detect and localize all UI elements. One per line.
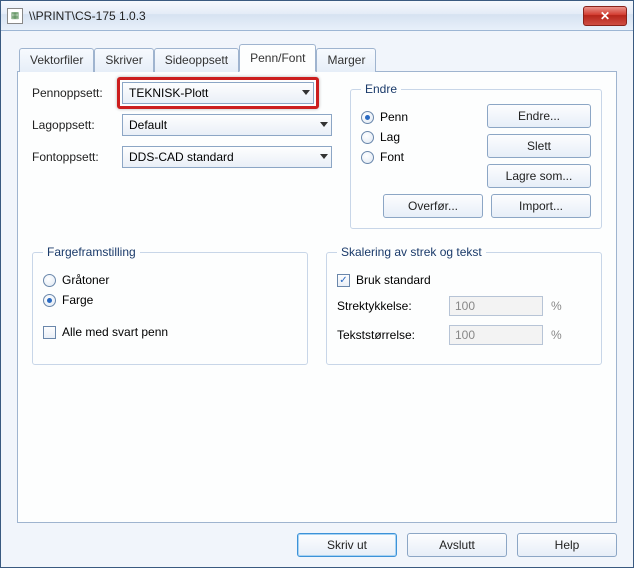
combo-fontoppsett[interactable]: DDS-CAD standard xyxy=(122,146,332,168)
combo-pennoppsett-value: TEKNISK-Plott xyxy=(129,86,208,100)
radio-row-farge[interactable]: Farge xyxy=(43,293,297,307)
radio-gratoner-label: Gråtoner xyxy=(62,273,109,287)
radio-gratoner[interactable] xyxy=(43,274,56,287)
radio-farge[interactable] xyxy=(43,294,56,307)
tab-vektorfiler[interactable]: Vektorfiler xyxy=(19,48,94,72)
radio-row-lag[interactable]: Lag xyxy=(361,130,473,144)
radio-lag-label: Lag xyxy=(380,130,400,144)
row-fontoppsett: Fontoppsett: DDS-CAD standard xyxy=(32,146,332,168)
row-lagoppsett: Lagoppsett: Default xyxy=(32,114,332,136)
row-strektykkelse: Strektykkelse: 100 % xyxy=(337,296,591,316)
btn-skrivut[interactable]: Skriv ut xyxy=(297,533,397,557)
chevron-down-icon xyxy=(320,122,328,127)
radio-penn[interactable] xyxy=(361,111,374,124)
chevron-down-icon xyxy=(302,90,310,95)
endre-buttons: Endre... Slett Lagre som... xyxy=(487,104,591,188)
checkbox-allesvart[interactable] xyxy=(43,326,56,339)
combo-lagoppsett-value: Default xyxy=(129,118,167,132)
tab-skriver[interactable]: Skriver xyxy=(94,48,153,72)
radio-row-font[interactable]: Font xyxy=(361,150,473,164)
pct-strektykkelse: % xyxy=(551,299,562,313)
endre-bottom-buttons: Overfør... Import... xyxy=(361,194,591,218)
label-lagoppsett: Lagoppsett: xyxy=(32,118,122,132)
legend-skalering: Skalering av strek og tekst xyxy=(337,245,486,259)
btn-lagresom[interactable]: Lagre som... xyxy=(487,164,591,188)
spacer xyxy=(32,365,602,512)
btn-endre[interactable]: Endre... xyxy=(487,104,591,128)
legend-farge: Fargeframstilling xyxy=(43,245,140,259)
radio-font[interactable] xyxy=(361,151,374,164)
btn-avslutt[interactable]: Avslutt xyxy=(407,533,507,557)
input-strektykkelse: 100 xyxy=(449,296,543,316)
radio-penn-label: Penn xyxy=(380,110,408,124)
checkbox-brukstandard[interactable]: ✓ xyxy=(337,274,350,287)
app-icon: ▦ xyxy=(7,8,23,24)
row-tekststorrelse: Tekststørrelse: 100 % xyxy=(337,325,591,345)
radio-row-gratoner[interactable]: Gråtoner xyxy=(43,273,297,287)
group-fargeframstilling: Fargeframstilling Gråtoner Farge Alle me… xyxy=(32,245,308,365)
tab-pennfont[interactable]: Penn/Font xyxy=(239,44,316,72)
value-strektykkelse: 100 xyxy=(455,299,475,313)
radio-lag[interactable] xyxy=(361,131,374,144)
btn-slett[interactable]: Slett xyxy=(487,134,591,158)
highlight-pennoppsett: TEKNISK-Plott xyxy=(117,77,319,109)
legend-endre: Endre xyxy=(361,82,401,96)
bottom-bar: Skriv ut Avslutt Help xyxy=(17,523,617,557)
checkbox-allesvart-label: Alle med svart penn xyxy=(62,325,168,339)
combo-pennoppsett[interactable]: TEKNISK-Plott xyxy=(122,82,314,104)
endre-grid: Penn Lag Font xyxy=(361,104,591,188)
radio-font-label: Font xyxy=(380,150,404,164)
label-strektykkelse: Strektykkelse: xyxy=(337,299,441,313)
tab-sideoppsett[interactable]: Sideoppsett xyxy=(154,48,239,72)
pct-tekststorrelse: % xyxy=(551,328,562,342)
radio-row-penn[interactable]: Penn xyxy=(361,110,473,124)
input-tekststorrelse: 100 xyxy=(449,325,543,345)
close-button[interactable]: ✕ xyxy=(583,6,627,26)
titlebar: ▦ \\PRINT\CS-175 1.0.3 ✕ xyxy=(1,1,633,31)
label-fontoppsett: Fontoppsett: xyxy=(32,150,122,164)
radio-farge-label: Farge xyxy=(62,293,93,307)
btn-overfor[interactable]: Overfør... xyxy=(383,194,483,218)
endre-options: Penn Lag Font xyxy=(361,104,473,188)
group-skalering: Skalering av strek og tekst ✓ Bruk stand… xyxy=(326,245,602,365)
check-row-brukstandard[interactable]: ✓ Bruk standard xyxy=(337,273,591,287)
settings-column: Pennoppsett: TEKNISK-Plott Lagoppsett: D… xyxy=(32,82,332,229)
window-title: \\PRINT\CS-175 1.0.3 xyxy=(29,9,583,23)
tab-marger[interactable]: Marger xyxy=(316,48,376,72)
chevron-down-icon xyxy=(320,154,328,159)
combo-fontoppsett-value: DDS-CAD standard xyxy=(129,150,234,164)
endre-column: Endre Penn Lag xyxy=(350,82,602,229)
dialog-window: ▦ \\PRINT\CS-175 1.0.3 ✕ Vektorfiler Skr… xyxy=(0,0,634,568)
btn-help[interactable]: Help xyxy=(517,533,617,557)
top-grid: Pennoppsett: TEKNISK-Plott Lagoppsett: D… xyxy=(32,82,602,229)
btn-import[interactable]: Import... xyxy=(491,194,591,218)
checkbox-brukstandard-label: Bruk standard xyxy=(356,273,431,287)
tab-bar: Vektorfiler Skriver Sideoppsett Penn/Fon… xyxy=(17,43,617,72)
close-icon: ✕ xyxy=(600,9,610,23)
value-tekststorrelse: 100 xyxy=(455,328,475,342)
mid-row: Fargeframstilling Gråtoner Farge Alle me… xyxy=(32,245,602,365)
check-row-allesvart[interactable]: Alle med svart penn xyxy=(43,325,297,339)
group-endre: Endre Penn Lag xyxy=(350,82,602,229)
combo-lagoppsett[interactable]: Default xyxy=(122,114,332,136)
label-tekststorrelse: Tekststørrelse: xyxy=(337,328,441,342)
content-area: Vektorfiler Skriver Sideoppsett Penn/Fon… xyxy=(1,31,633,567)
label-pennoppsett: Pennoppsett: xyxy=(32,86,122,100)
tab-panel-pennfont: Pennoppsett: TEKNISK-Plott Lagoppsett: D… xyxy=(17,72,617,523)
row-pennoppsett: Pennoppsett: TEKNISK-Plott xyxy=(32,82,332,104)
